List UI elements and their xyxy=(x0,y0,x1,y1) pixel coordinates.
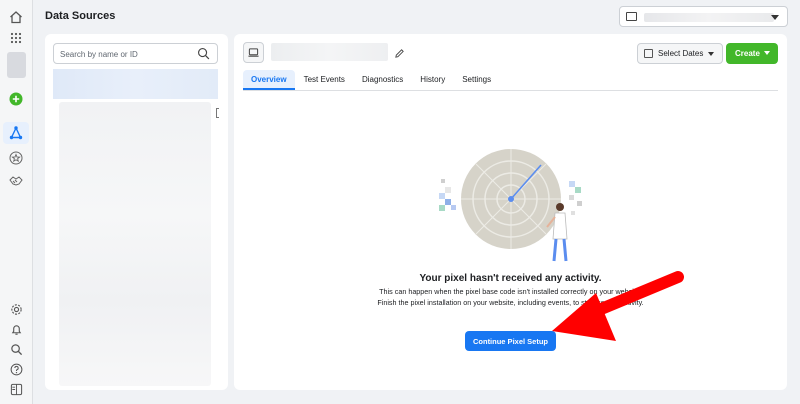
create-label: Create xyxy=(735,49,760,58)
selected-list-item[interactable] xyxy=(53,69,218,99)
data-source-list-redacted xyxy=(59,102,211,386)
radar-illustration xyxy=(439,149,582,262)
bell-icon[interactable] xyxy=(8,321,24,337)
create-button[interactable]: Create xyxy=(726,43,778,64)
scroll-handle[interactable] xyxy=(216,108,219,118)
ad-account-selector[interactable] xyxy=(619,6,788,27)
search-box xyxy=(53,43,218,64)
red-annotation-arrow xyxy=(552,271,684,341)
tab-bar: Overview Test Events Diagnostics History… xyxy=(243,70,778,91)
pixel-name-redacted xyxy=(271,43,388,61)
tab-test-events[interactable]: Test Events xyxy=(296,70,353,90)
chevron-down-icon xyxy=(771,15,779,20)
home-icon[interactable] xyxy=(8,9,24,25)
chevron-down-icon xyxy=(764,51,770,55)
tab-history[interactable]: History xyxy=(412,70,453,90)
data-sources-icon[interactable] xyxy=(8,125,24,141)
star-icon[interactable] xyxy=(8,150,24,166)
apps-grid-icon[interactable] xyxy=(8,30,24,46)
avatar[interactable] xyxy=(7,52,26,78)
settings-icon[interactable] xyxy=(8,301,24,317)
pencil-icon[interactable] xyxy=(394,46,405,58)
handshake-icon[interactable] xyxy=(8,173,24,189)
add-icon[interactable] xyxy=(8,91,24,107)
search-icon[interactable] xyxy=(8,341,24,357)
account-icon xyxy=(626,12,637,21)
search-icon[interactable] xyxy=(197,47,210,60)
page-title: Data Sources xyxy=(45,10,116,22)
tab-settings[interactable]: Settings xyxy=(454,70,499,90)
calendar-icon xyxy=(644,49,653,58)
data-source-list-panel xyxy=(45,34,228,390)
tab-overview[interactable]: Overview xyxy=(243,70,295,90)
select-dates-label: Select Dates xyxy=(658,49,704,58)
panel-icon[interactable] xyxy=(8,381,24,397)
search-input[interactable] xyxy=(54,45,194,64)
help-icon[interactable] xyxy=(8,361,24,377)
pixel-icon xyxy=(243,42,264,63)
pixel-detail-panel: Select Dates Create Overview Test Events… xyxy=(234,34,787,390)
tab-diagnostics[interactable]: Diagnostics xyxy=(354,70,411,90)
account-name-redacted xyxy=(644,13,774,22)
select-dates-button[interactable]: Select Dates xyxy=(637,43,723,64)
left-nav-rail xyxy=(0,0,33,404)
chevron-down-icon xyxy=(708,52,714,56)
